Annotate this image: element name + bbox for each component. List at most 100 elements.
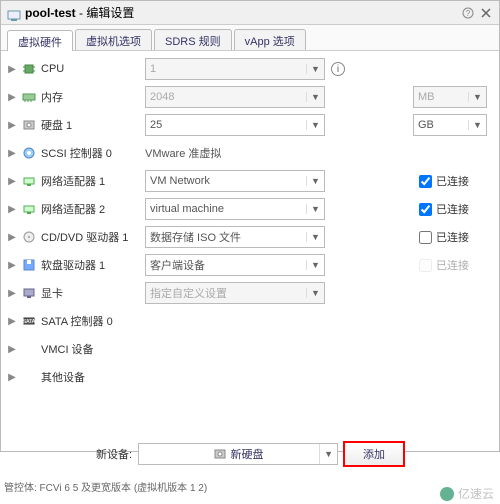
watermark: 亿速云 xyxy=(440,485,494,502)
memory-unit-select[interactable]: MB▼ xyxy=(413,86,487,108)
nic2-network-select[interactable]: virtual machine▼ xyxy=(145,198,325,220)
expand-icon[interactable]: ▶ xyxy=(7,232,17,243)
chevron-down-icon: ▼ xyxy=(468,92,486,102)
vmci-icon xyxy=(21,341,37,357)
memory-input[interactable]: 2048▼ xyxy=(145,86,325,108)
scsi-icon xyxy=(21,145,37,161)
expand-icon[interactable]: ▶ xyxy=(7,344,17,355)
window-title: pool-test - 编辑设置 xyxy=(25,1,457,25)
nic1-network-select[interactable]: VM Network▼ xyxy=(145,170,325,192)
nic2-connected-checkbox[interactable] xyxy=(419,203,432,216)
tab-virtual-hardware[interactable]: 虚拟硬件 xyxy=(7,30,73,51)
memory-label: 内存 xyxy=(41,89,145,105)
tab-vm-options[interactable]: 虚拟机选项 xyxy=(75,29,152,50)
expand-icon[interactable]: ▶ xyxy=(7,64,17,75)
row-memory: ▶ 内存 2048▼ MB▼ xyxy=(7,83,493,111)
nic2-connected-label: 已连接 xyxy=(436,201,469,217)
vmci-label: VMCI 设备 xyxy=(41,341,145,357)
row-scsi: ▶ SCSI 控制器 0 VMware 准虚拟 xyxy=(7,139,493,167)
disk-icon xyxy=(21,117,37,133)
nic2-label: 网络适配器 2 xyxy=(41,201,145,217)
cdrom-label: CD/DVD 驱动器 1 xyxy=(41,229,145,245)
network-icon xyxy=(21,201,37,217)
floppy-icon xyxy=(21,257,37,273)
watermark-icon xyxy=(440,487,454,501)
expand-icon[interactable]: ▶ xyxy=(7,120,17,131)
chevron-down-icon: ▼ xyxy=(306,204,324,214)
new-device-footer: 新设备: 新硬盘 ▼ 添加 xyxy=(0,436,500,472)
row-disk1: ▶ 硬盘 1 25▼ GB▼ xyxy=(7,111,493,139)
video-label: 显卡 xyxy=(41,285,145,301)
memory-icon xyxy=(21,89,37,105)
hardware-list: ▶ CPU 1▼ i ▶ 内存 2048▼ MB▼ xyxy=(1,51,499,451)
cdrom-select[interactable]: 数据存储 ISO 文件▼ xyxy=(145,226,325,248)
cdrom-icon xyxy=(21,229,37,245)
vm-icon xyxy=(7,6,21,20)
expand-icon[interactable]: ▶ xyxy=(7,316,17,327)
row-sata: ▶ SATA SATA 控制器 0 xyxy=(7,307,493,335)
chevron-down-icon: ▼ xyxy=(468,120,486,130)
title-bar: pool-test - 编辑设置 ? xyxy=(1,1,499,25)
nic1-connected-checkbox[interactable] xyxy=(419,175,432,188)
network-icon xyxy=(21,173,37,189)
chevron-down-icon: ▼ xyxy=(306,260,324,270)
svg-text:SATA: SATA xyxy=(23,319,36,325)
svg-text:?: ? xyxy=(466,9,471,18)
nic1-label: 网络适配器 1 xyxy=(41,173,145,189)
chevron-down-icon: ▼ xyxy=(306,92,324,102)
new-device-label: 新设备: xyxy=(96,446,132,462)
new-device-select[interactable]: 新硬盘 ▼ xyxy=(138,443,338,465)
disk-label: 硬盘 1 xyxy=(41,117,145,133)
help-icon[interactable]: ? xyxy=(461,6,475,20)
disk-icon xyxy=(213,447,227,461)
chevron-down-icon: ▼ xyxy=(319,444,337,464)
disk-size-input[interactable]: 25▼ xyxy=(145,114,325,136)
row-cdrom: ▶ CD/DVD 驱动器 1 数据存储 ISO 文件▼ 已连接 xyxy=(7,223,493,251)
close-icon[interactable] xyxy=(479,6,493,20)
cpu-icon xyxy=(21,61,37,77)
expand-icon[interactable]: ▶ xyxy=(7,204,17,215)
other-label: 其他设备 xyxy=(41,369,145,385)
expand-icon[interactable]: ▶ xyxy=(7,92,17,103)
tab-sdrs-rules[interactable]: SDRS 规则 xyxy=(154,29,232,50)
compatibility-text: 管控体: FCVi 6 5 及更宽版本 (虚拟机版本 1 2) xyxy=(4,479,207,494)
sata-icon: SATA xyxy=(21,313,37,329)
expand-icon[interactable]: ▶ xyxy=(7,176,17,187)
floppy-select[interactable]: 客户端设备▼ xyxy=(145,254,325,276)
chevron-down-icon: ▼ xyxy=(306,288,324,298)
row-nic1: ▶ 网络适配器 1 VM Network▼ 已连接 xyxy=(7,167,493,195)
chevron-down-icon: ▼ xyxy=(306,232,324,242)
floppy-label: 软盘驱动器 1 xyxy=(41,257,145,273)
floppy-connected-label: 已连接 xyxy=(436,257,469,273)
row-video: ▶ 显卡 指定自定义设置▼ xyxy=(7,279,493,307)
expand-icon[interactable]: ▶ xyxy=(7,260,17,271)
nic1-connected-label: 已连接 xyxy=(436,173,469,189)
row-other: ▶ 其他设备 xyxy=(7,363,493,391)
info-icon[interactable]: i xyxy=(331,62,345,76)
cpu-label: CPU xyxy=(41,63,145,75)
scsi-label: SCSI 控制器 0 xyxy=(41,145,145,161)
cdrom-connected-checkbox[interactable] xyxy=(419,231,432,244)
cdrom-connected-label: 已连接 xyxy=(436,229,469,245)
row-nic2: ▶ 网络适配器 2 virtual machine▼ 已连接 xyxy=(7,195,493,223)
chevron-down-icon: ▼ xyxy=(306,176,324,186)
sata-label: SATA 控制器 0 xyxy=(41,313,145,329)
scsi-value: VMware 准虚拟 xyxy=(145,145,221,161)
video-icon xyxy=(21,285,37,301)
chevron-down-icon: ▼ xyxy=(306,120,324,130)
expand-icon[interactable]: ▶ xyxy=(7,372,17,383)
video-select[interactable]: 指定自定义设置▼ xyxy=(145,282,325,304)
tab-bar: 虚拟硬件 虚拟机选项 SDRS 规则 vApp 选项 xyxy=(1,25,499,51)
other-icon xyxy=(21,369,37,385)
chevron-down-icon: ▼ xyxy=(306,64,324,74)
row-floppy: ▶ 软盘驱动器 1 客户端设备▼ 已连接 xyxy=(7,251,493,279)
row-cpu: ▶ CPU 1▼ i xyxy=(7,55,493,83)
expand-icon[interactable]: ▶ xyxy=(7,288,17,299)
disk-unit-select[interactable]: GB▼ xyxy=(413,114,487,136)
tab-vapp-options[interactable]: vApp 选项 xyxy=(234,29,306,50)
add-button[interactable]: 添加 xyxy=(344,442,404,466)
cpu-select[interactable]: 1▼ xyxy=(145,58,325,80)
expand-icon[interactable]: ▶ xyxy=(7,148,17,159)
floppy-connected-checkbox xyxy=(419,259,432,272)
row-vmci: ▶ VMCI 设备 xyxy=(7,335,493,363)
